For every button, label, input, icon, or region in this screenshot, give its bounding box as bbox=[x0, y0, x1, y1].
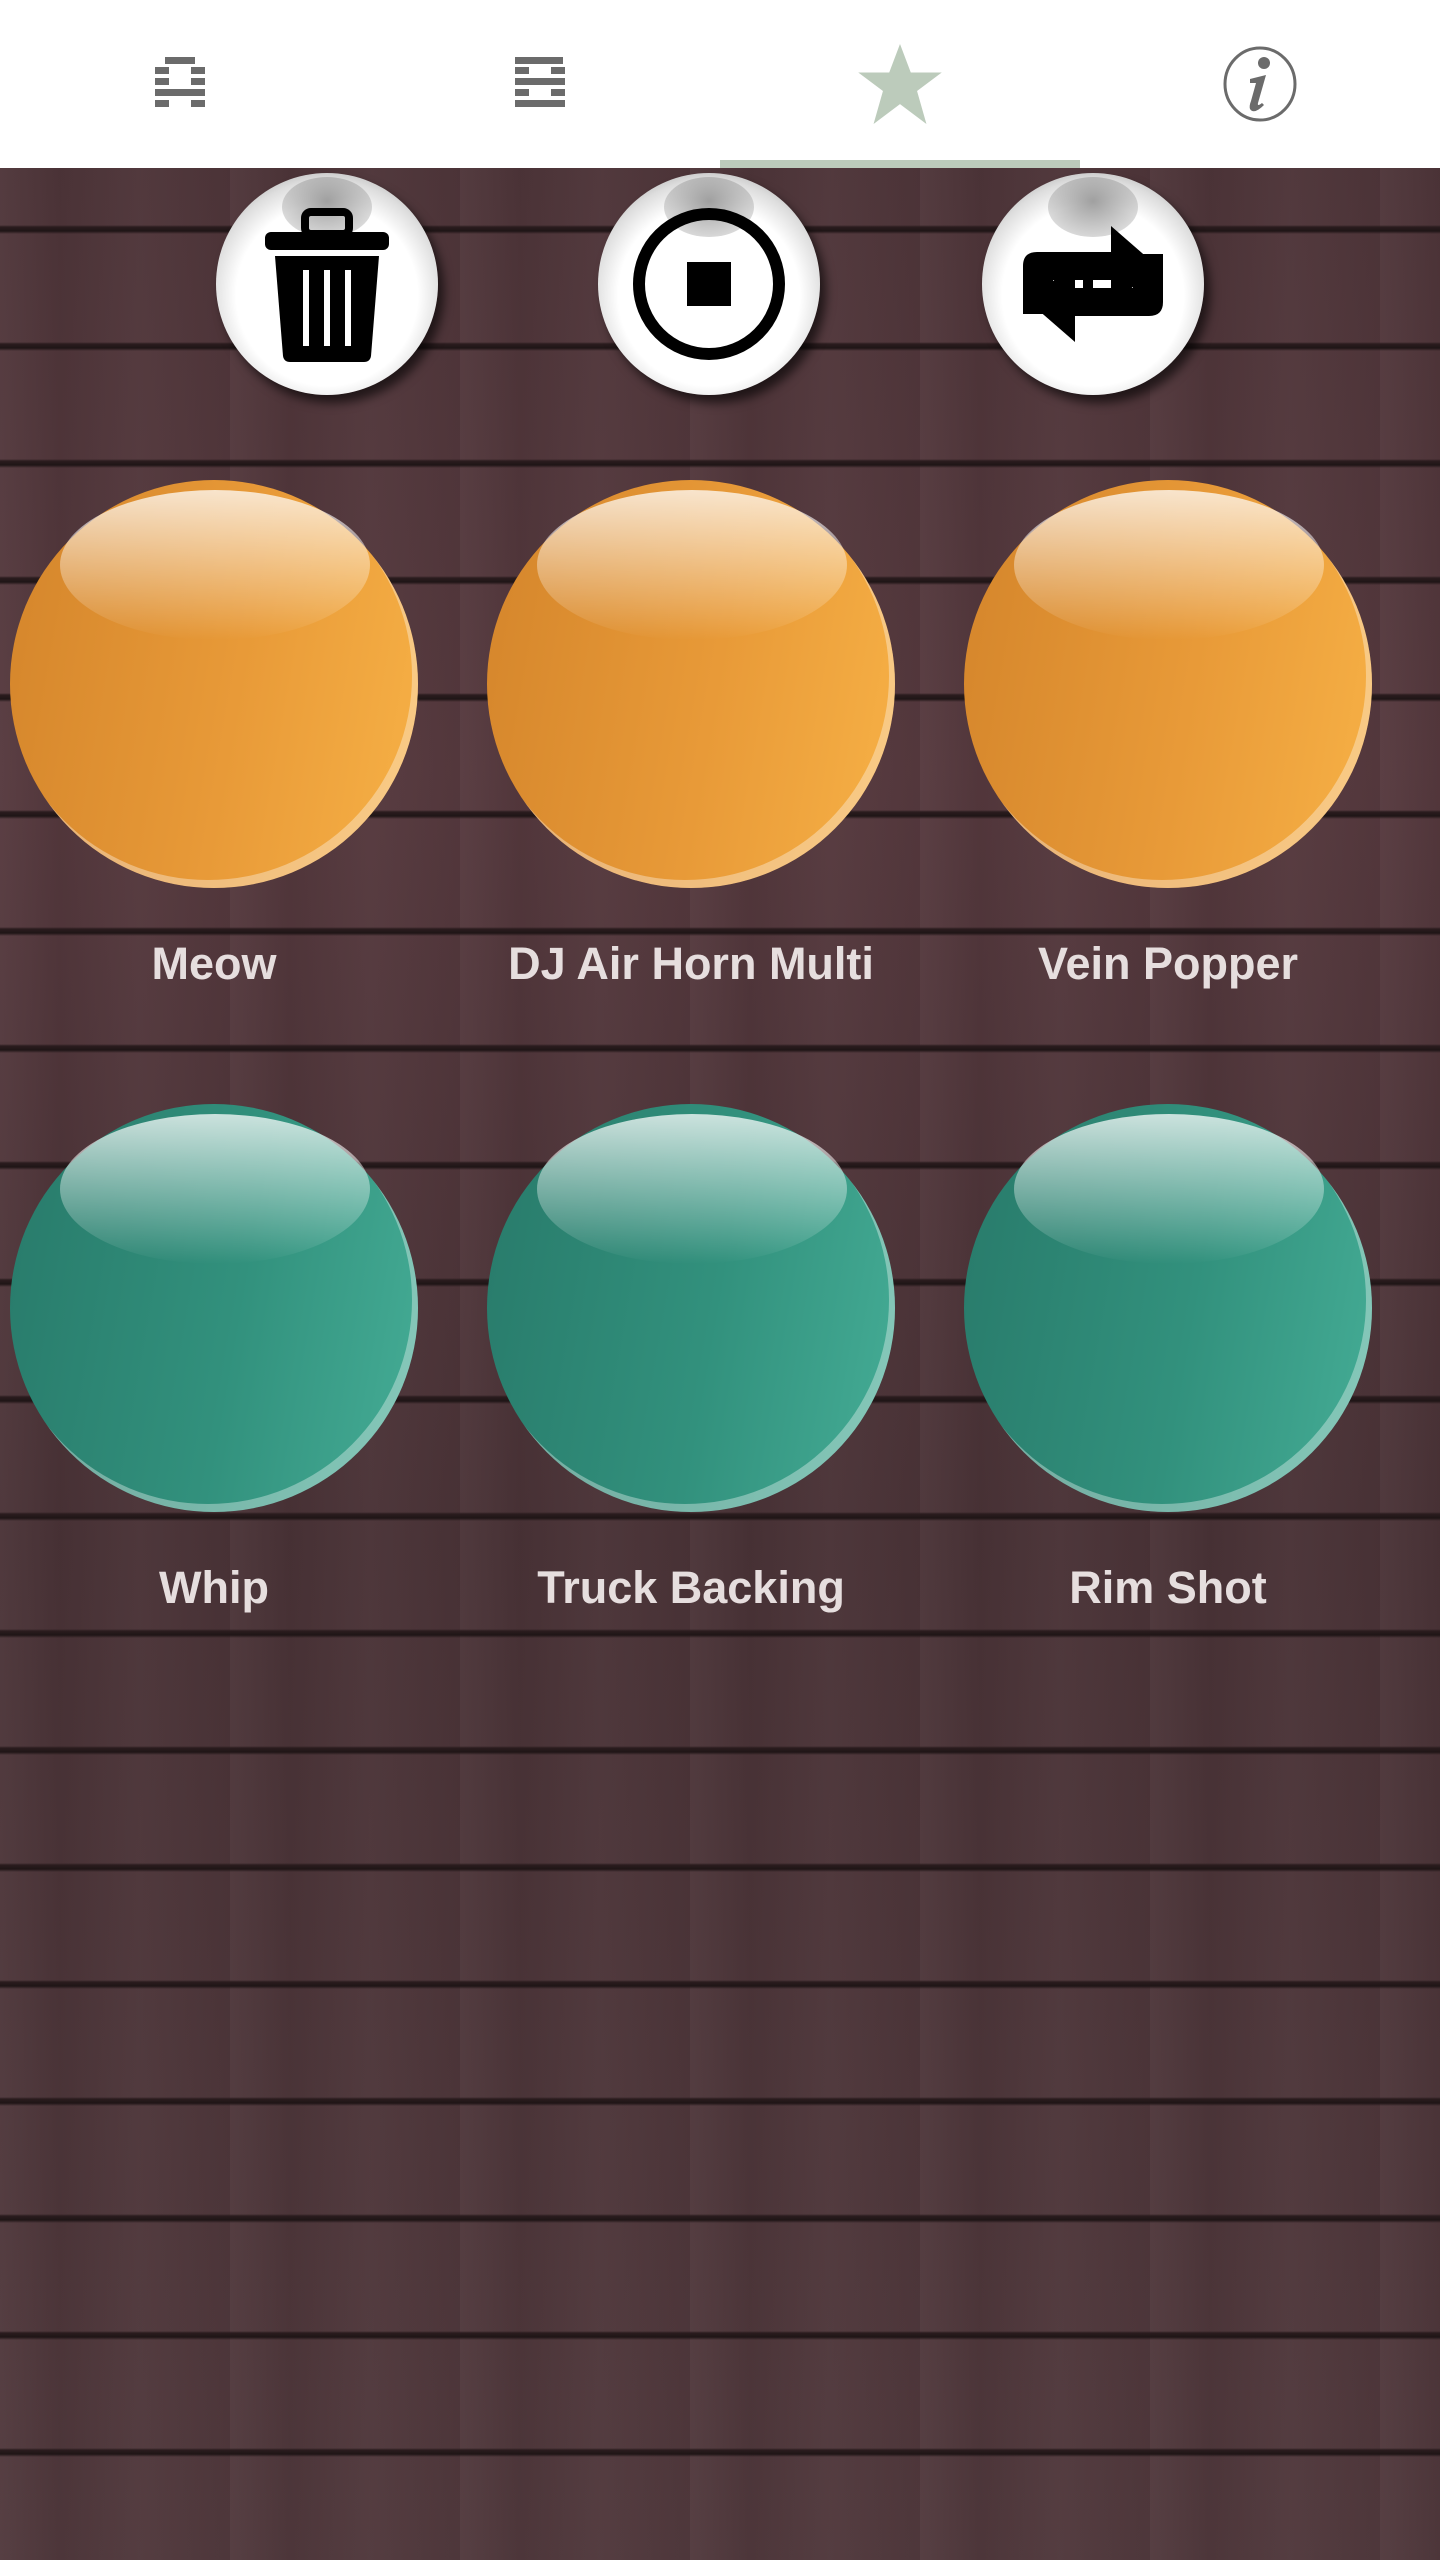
sound-button-whip[interactable] bbox=[10, 1104, 418, 1512]
trash-icon bbox=[265, 208, 389, 362]
sound-button-rim-shot[interactable] bbox=[964, 1104, 1372, 1512]
sound-label: Meow bbox=[151, 938, 277, 989]
sound-label: Rim Shot bbox=[1069, 1562, 1267, 1613]
star-icon bbox=[858, 44, 942, 124]
sound-label: DJ Air Horn Multi bbox=[508, 938, 874, 989]
sound-button-truck-backing[interactable] bbox=[487, 1104, 895, 1512]
tab-b[interactable] bbox=[360, 0, 720, 168]
stop-icon bbox=[633, 208, 785, 360]
tab-a[interactable] bbox=[0, 0, 360, 168]
stop-button[interactable] bbox=[598, 173, 820, 395]
info-icon bbox=[1223, 46, 1297, 122]
clear-favorites-button[interactable] bbox=[216, 173, 438, 395]
letter-a-icon bbox=[155, 57, 205, 107]
tab-bar bbox=[0, 0, 1440, 168]
sound-button-dj-air-horn-multi[interactable] bbox=[487, 480, 895, 888]
tab-info[interactable] bbox=[1080, 0, 1440, 168]
tab-favorites[interactable] bbox=[720, 0, 1080, 168]
repeat-icon bbox=[1023, 226, 1163, 342]
sound-button-meow[interactable] bbox=[10, 480, 418, 888]
repeat-button[interactable] bbox=[982, 173, 1204, 395]
active-tab-indicator bbox=[720, 160, 1080, 168]
sound-button-vein-popper[interactable] bbox=[964, 480, 1372, 888]
sound-label: Whip bbox=[159, 1562, 269, 1613]
letter-b-icon bbox=[515, 57, 565, 107]
sound-label: Vein Popper bbox=[1037, 938, 1299, 989]
sound-label: Truck Backing bbox=[537, 1562, 845, 1613]
